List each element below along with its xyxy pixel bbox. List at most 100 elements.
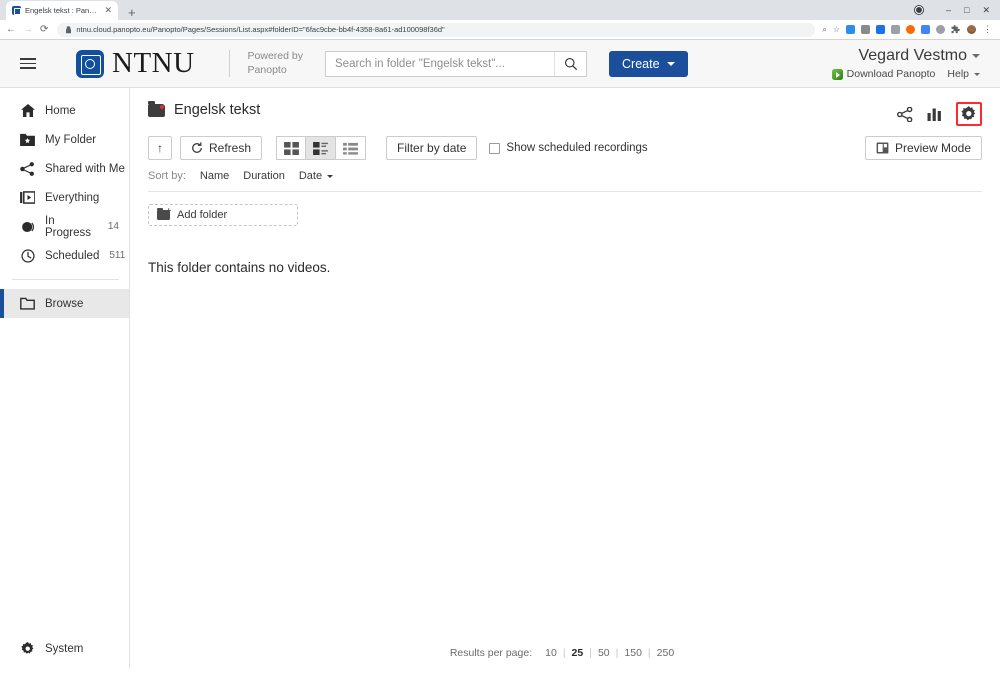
video-library-icon: [20, 191, 35, 204]
sort-bar: Sort by: Name Duration Date: [130, 160, 1000, 182]
view-mode-compact-list-button[interactable]: [336, 136, 367, 160]
extension-icon-3[interactable]: [876, 25, 885, 34]
sidebar-item-everything[interactable]: Everything: [0, 183, 129, 212]
refresh-icon: [192, 142, 202, 153]
back-button[interactable]: ←: [6, 24, 16, 35]
menu-toggle-button[interactable]: [14, 58, 44, 69]
content-divider: [148, 191, 982, 192]
powered-by-line1: Powered by: [247, 50, 303, 63]
results-per-page-option-150[interactable]: 150: [618, 647, 648, 659]
extension-icon-2[interactable]: [861, 25, 870, 34]
extension-icon-6[interactable]: [921, 25, 930, 34]
new-tab-button[interactable]: +: [128, 6, 136, 19]
sidebar-item-label: Browse: [45, 297, 84, 310]
bar-chart-icon[interactable]: [927, 107, 942, 122]
results-per-page-option-50[interactable]: 50: [592, 647, 616, 659]
browser-tabstrip: Engelsk tekst : Panopto ✕ + – □ ✕: [0, 0, 1000, 20]
extension-icon-5[interactable]: [906, 25, 915, 34]
reload-button[interactable]: ⟳: [40, 24, 48, 35]
share-icon: [20, 161, 35, 176]
sort-option-duration[interactable]: Duration: [243, 170, 285, 182]
folder-settings-button[interactable]: [956, 102, 982, 126]
browser-menu-icon[interactable]: ⋮: [983, 25, 992, 34]
results-per-page: Results per page: 10 | 25 | 50 | 150 | 2…: [450, 647, 680, 659]
content-header-actions: [897, 102, 982, 126]
content-toolbar: ↑ Refresh Filter by date Show scheduled …: [130, 126, 1000, 160]
search-box[interactable]: [325, 50, 587, 77]
view-mode-group: [276, 136, 367, 160]
extension-icon-7[interactable]: [936, 25, 945, 34]
sort-by-label: Sort by:: [148, 170, 186, 182]
view-mode-grid-button[interactable]: [276, 136, 307, 160]
create-button[interactable]: Create: [609, 50, 688, 77]
results-per-page-option-25[interactable]: 25: [566, 647, 590, 659]
navigate-up-button[interactable]: ↑: [148, 136, 172, 160]
folder-star-icon: [20, 133, 35, 146]
powered-by-line2: Panopto: [247, 63, 287, 76]
sidebar-divider: [12, 279, 119, 280]
search-input[interactable]: [326, 51, 554, 76]
sidebar-item-label: Everything: [45, 191, 100, 204]
help-menu-button[interactable]: Help: [947, 68, 980, 80]
sidebar-item-label: System: [45, 642, 84, 655]
window-maximize-button[interactable]: □: [964, 5, 969, 15]
sidebar-item-label: Scheduled: [45, 249, 100, 262]
add-folder-button[interactable]: Add folder: [148, 204, 298, 226]
sidebar-item-in-progress[interactable]: In Progress 14: [0, 212, 129, 241]
sidebar-item-shared-with-me[interactable]: Shared with Me: [0, 154, 129, 183]
clock-icon: [20, 248, 35, 263]
help-label: Help: [947, 68, 969, 80]
sidebar-item-scheduled[interactable]: Scheduled 511: [0, 241, 129, 270]
sort-option-date-label: Date: [298, 170, 323, 182]
user-menu-button[interactable]: Vegard Vestmo: [832, 47, 980, 65]
extension-icon-1[interactable]: [846, 25, 855, 34]
filter-by-date-button[interactable]: Filter by date: [386, 136, 478, 160]
chevron-down-icon: [666, 61, 675, 66]
sidebar: Home My Folder Shared with Me Everything…: [0, 88, 130, 669]
show-scheduled-recordings-checkbox[interactable]: Show scheduled recordings: [489, 142, 648, 154]
window-close-button[interactable]: ✕: [982, 5, 990, 15]
sidebar-item-browse[interactable]: Browse: [0, 289, 129, 318]
preview-mode-icon: [876, 142, 889, 154]
extensions-puzzle-icon[interactable]: [951, 25, 960, 34]
browser-omnibar: ← → ⟳ ntnu.cloud.panopto.eu/Panopto/Page…: [0, 20, 1000, 40]
sidebar-item-my-folder[interactable]: My Folder: [0, 125, 129, 154]
refresh-button[interactable]: Refresh: [180, 136, 263, 160]
sort-option-name[interactable]: Name: [200, 170, 229, 182]
extension-icon-4[interactable]: [891, 25, 900, 34]
browser-profile-avatar[interactable]: [966, 24, 977, 35]
download-panopto-link[interactable]: Download Panopto: [831, 68, 935, 80]
main-content: Engelsk tekst ↑ Refresh Filter by date S…: [130, 88, 1000, 669]
user-area: Vegard Vestmo Download Panopto Help: [831, 47, 986, 80]
recording-indicator-icon: [915, 6, 923, 14]
sidebar-item-label: In Progress: [45, 214, 92, 239]
home-icon: [20, 104, 35, 117]
sort-option-date[interactable]: Date: [298, 170, 334, 182]
page-title: Engelsk tekst: [148, 100, 260, 118]
brand-logo[interactable]: NTNU: [76, 49, 195, 78]
hamburger-bar: [20, 62, 36, 65]
ntnu-logo-icon: [76, 49, 104, 78]
bookmark-star-icon[interactable]: ☆: [833, 25, 840, 34]
sidebar-item-home[interactable]: Home: [0, 96, 129, 125]
empty-state-message: This folder contains no videos.: [148, 260, 331, 275]
hamburger-bar: [20, 67, 36, 69]
gear-icon: [20, 641, 35, 656]
share-icon[interactable]: [897, 106, 913, 122]
window-minimize-button[interactable]: –: [946, 5, 951, 15]
search-button[interactable]: [554, 51, 586, 76]
results-per-page-option-250[interactable]: 250: [651, 647, 681, 659]
results-per-page-option-10[interactable]: 10: [539, 647, 563, 659]
progress-icon: [20, 220, 35, 234]
preview-mode-label: Preview Mode: [894, 141, 971, 155]
hamburger-bar: [20, 58, 36, 60]
view-mode-list-thumbnail-button[interactable]: [306, 136, 337, 160]
zoom-icon[interactable]: ⌕: [822, 25, 826, 34]
address-bar[interactable]: ntnu.cloud.panopto.eu/Panopto/Pages/Sess…: [57, 22, 816, 37]
preview-mode-button[interactable]: Preview Mode: [864, 136, 982, 160]
tab-favicon: [12, 6, 21, 15]
tab-close-icon[interactable]: ✕: [102, 6, 114, 15]
browser-tab[interactable]: Engelsk tekst : Panopto ✕: [6, 1, 118, 20]
sidebar-item-system[interactable]: System: [0, 634, 129, 663]
chevron-down-icon: [972, 54, 980, 58]
